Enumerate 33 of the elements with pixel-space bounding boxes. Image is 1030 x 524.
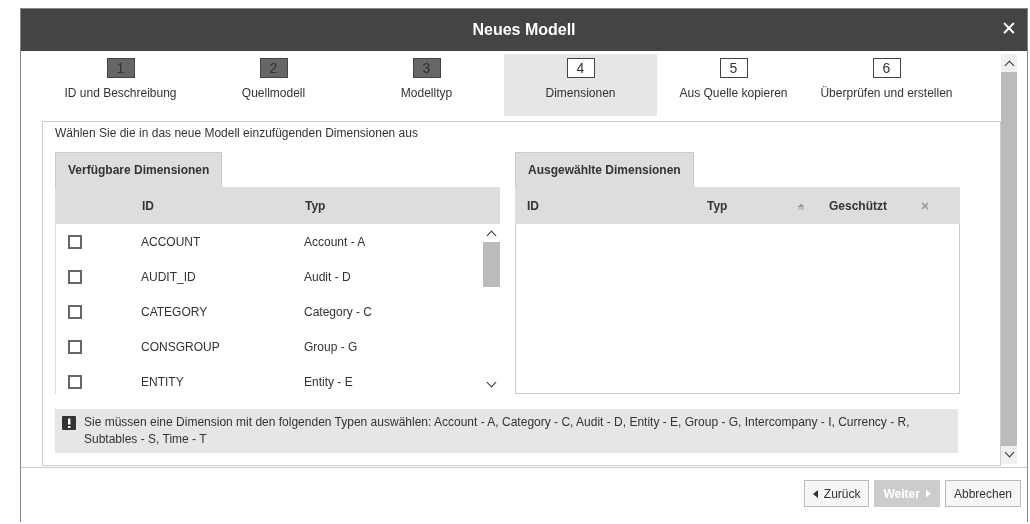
table-cell-text: ENTITY <box>141 374 185 389</box>
window-title: Neues Modell <box>472 21 576 39</box>
cancel-button[interactable]: Abbrechen <box>944 480 1021 507</box>
wizard-step[interactable]: 6 Überprüfen und erstellen <box>810 54 963 116</box>
wizard-step[interactable]: 5 Aus Quelle kopieren <box>657 54 810 116</box>
table-cell-text: CONSGROUP <box>141 339 221 354</box>
warning-text: Sie müssen eine Dimension mit den folgenden Typen auswählen: Account - A, Category - C, Audit - D, Entity - E, Group - G, Intercompany - I, Currency - R, Subtables - S, Time - T <box>84 414 911 448</box>
column-header[interactable]: Typ <box>305 198 326 213</box>
column-header[interactable]: ID <box>142 198 305 213</box>
table-cell: Audit - D <box>304 269 351 284</box>
panel-tab[interactable]: Verfügbare Dimensionen <box>55 152 223 187</box>
table-cell: Category - C <box>304 304 373 319</box>
exclamation-icon <box>62 416 76 430</box>
back-button[interactable]: Zurück <box>803 480 870 507</box>
checkbox[interactable] <box>68 304 82 319</box>
checkbox[interactable] <box>68 374 82 389</box>
table-cell: Group - G <box>304 339 358 354</box>
table-cell: Entity - E <box>304 374 353 389</box>
wizard-step[interactable]: 4 Dimensionen <box>504 54 657 116</box>
table-cell-text: CATEGORY <box>141 304 209 319</box>
table-cell-text: ACCOUNT <box>141 234 202 249</box>
scrollbar[interactable] <box>1001 54 1017 464</box>
close-button[interactable]: ✕ <box>997 15 1021 41</box>
checkbox[interactable] <box>68 339 82 354</box>
table-cell: Account - A <box>304 234 366 249</box>
column-header[interactable]: Geschützt <box>829 198 921 213</box>
checkbox[interactable] <box>68 234 82 249</box>
column-header[interactable]: ID <box>515 198 707 213</box>
checkbox[interactable] <box>68 269 82 284</box>
panel-tab[interactable]: Ausgewählte Dimensionen <box>515 152 694 187</box>
column-header[interactable]: Typ <box>707 198 797 213</box>
table-cell-text: AUDIT_ID <box>141 269 197 284</box>
instruction-text: Wählen Sie die in das neue Modell einzufügenden Dimensionen aus <box>55 126 419 142</box>
